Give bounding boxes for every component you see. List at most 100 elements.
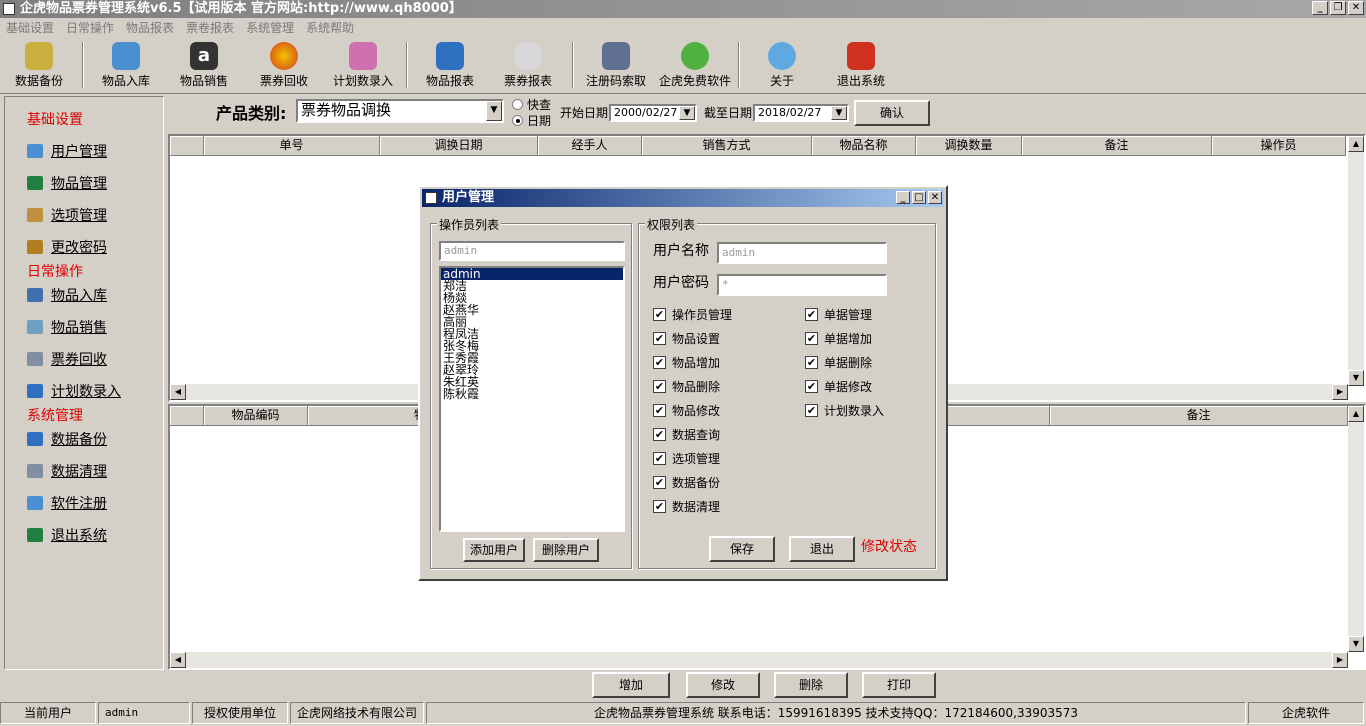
perm-data-cleanup[interactable]: ✔ 数据清理 bbox=[653, 498, 720, 515]
save-button[interactable]: 保存 bbox=[709, 536, 775, 562]
sidebar-item-user-management[interactable]: 用户管理 bbox=[27, 141, 107, 161]
magnifier-icon bbox=[514, 42, 542, 70]
sidebar-item-ticket-return[interactable]: 票券回收 bbox=[27, 349, 107, 369]
sidebar-item-change-password[interactable]: 更改密码 bbox=[27, 237, 107, 257]
perm-voucher-management[interactable]: ✔ 单据管理 bbox=[805, 306, 872, 323]
perm-voucher-edit[interactable]: ✔ 单据修改 bbox=[805, 378, 872, 395]
perm-item-delete[interactable]: ✔ 物品删除 bbox=[653, 378, 720, 395]
detail-vertical-scrollbar[interactable]: ▲ ▼ bbox=[1348, 406, 1364, 652]
scroll-up-icon[interactable]: ▲ bbox=[1348, 406, 1364, 422]
toolbar-sales-button[interactable]: a 物品销售 bbox=[174, 42, 234, 92]
dialog-titlebar[interactable]: 用户管理 _ □ ✕ bbox=[422, 189, 944, 207]
close-button[interactable]: ✕ bbox=[1348, 1, 1364, 15]
toolbar-about-button[interactable]: 关于 bbox=[752, 42, 812, 92]
radio-date[interactable]: 日期 bbox=[512, 112, 551, 129]
start-date-picker[interactable]: 2000/02/27 ▼ bbox=[609, 104, 697, 122]
perm-data-query[interactable]: ✔ 数据查询 bbox=[653, 426, 720, 443]
menu-basic-settings[interactable]: 基础设置 bbox=[6, 18, 54, 38]
grid-col-item-code[interactable]: 物品编码 bbox=[204, 406, 308, 426]
sidebar-item-stock-in[interactable]: 物品入库 bbox=[27, 285, 107, 305]
toolbar-exit-button[interactable]: 退出系统 bbox=[830, 42, 892, 92]
dialog-minimize-button[interactable]: _ bbox=[896, 191, 910, 204]
edit-button[interactable]: 修改 bbox=[686, 672, 760, 698]
dialog-close-button[interactable]: ✕ bbox=[928, 191, 942, 204]
toolbar-plan-entry-button[interactable]: 计划数录入 bbox=[330, 42, 396, 92]
sidebar-item-option-management[interactable]: 选项管理 bbox=[27, 205, 107, 225]
scroll-left-icon[interactable]: ◀ bbox=[170, 384, 186, 400]
menu-ticket-reports[interactable]: 票卷报表 bbox=[186, 18, 234, 38]
delete-button[interactable]: 删除 bbox=[774, 672, 848, 698]
toolbar-backup-button[interactable]: 数据备份 bbox=[8, 42, 70, 92]
confirm-button[interactable]: 确认 bbox=[854, 100, 930, 126]
add-user-button[interactable]: 添加用户 bbox=[463, 538, 525, 562]
perm-plan-entry[interactable]: ✔ 计划数录入 bbox=[805, 402, 884, 419]
grid-col-order-no[interactable]: 单号 bbox=[204, 136, 380, 156]
toolbar-ticket-report-button[interactable]: 票券报表 bbox=[498, 42, 558, 92]
grid-col-sale-method[interactable]: 销售方式 bbox=[642, 136, 812, 156]
perm-data-backup[interactable]: ✔ 数据备份 bbox=[653, 474, 720, 491]
operator-search-input[interactable]: admin bbox=[439, 241, 625, 261]
grid-vertical-scrollbar[interactable]: ▲ ▼ bbox=[1348, 136, 1364, 386]
toolbar-ticket-return-button[interactable]: 票券回收 bbox=[254, 42, 314, 92]
restore-button[interactable]: ❐ bbox=[1330, 1, 1346, 15]
perm-option-management[interactable]: ✔ 选项管理 bbox=[653, 450, 720, 467]
password-field[interactable]: * bbox=[717, 274, 887, 296]
detail-horizontal-scrollbar[interactable]: ◀ ▶ bbox=[170, 652, 1348, 668]
scroll-up-icon[interactable]: ▲ bbox=[1348, 136, 1364, 152]
scroll-down-icon[interactable]: ▼ bbox=[1348, 370, 1364, 386]
sidebar-item-register[interactable]: 软件注册 bbox=[27, 493, 107, 513]
sidebar-item-plan-entry[interactable]: 计划数录入 bbox=[27, 381, 121, 401]
list-item[interactable]: 陈秋霞 bbox=[441, 388, 623, 400]
sidebar-item-data-cleanup[interactable]: 数据清理 bbox=[27, 461, 107, 481]
menu-item-reports[interactable]: 物品报表 bbox=[126, 18, 174, 38]
scroll-right-icon[interactable]: ▶ bbox=[1332, 384, 1348, 400]
checkbox-checked-icon: ✔ bbox=[653, 500, 666, 513]
grid-col-item-name[interactable]: 物品名称 bbox=[812, 136, 916, 156]
scroll-down-icon[interactable]: ▼ bbox=[1348, 636, 1364, 652]
toolbar-item-report-button[interactable]: 物品报表 bbox=[420, 42, 480, 92]
list-item[interactable]: 赵燕华 bbox=[441, 304, 623, 316]
grid-col-exchange-date[interactable]: 调换日期 bbox=[380, 136, 538, 156]
add-button[interactable]: 增加 bbox=[592, 672, 670, 698]
chevron-down-icon[interactable]: ▼ bbox=[486, 101, 502, 121]
print-button[interactable]: 打印 bbox=[862, 672, 936, 698]
perm-item-edit[interactable]: ✔ 物品修改 bbox=[653, 402, 720, 419]
scroll-right-icon[interactable]: ▶ bbox=[1332, 652, 1348, 668]
perm-voucher-delete[interactable]: ✔ 单据删除 bbox=[805, 354, 872, 371]
menu-daily-ops[interactable]: 日常操作 bbox=[66, 18, 114, 38]
grid-col-operator[interactable]: 操作员 bbox=[1212, 136, 1346, 156]
chevron-down-icon[interactable]: ▼ bbox=[831, 106, 847, 120]
perm-operator-management[interactable]: ✔ 操作员管理 bbox=[653, 306, 732, 323]
radio-quick[interactable]: 快查 bbox=[512, 96, 551, 113]
toolbar-separator bbox=[406, 42, 408, 88]
exit-button[interactable]: 退出 bbox=[789, 536, 855, 562]
dialog-maximize-button[interactable]: □ bbox=[912, 191, 926, 204]
category-select[interactable]: 票券物品调换 ▼ bbox=[296, 99, 504, 123]
grid-col-handler[interactable]: 经手人 bbox=[538, 136, 642, 156]
grid-col-remark[interactable]: 备注 bbox=[1022, 136, 1212, 156]
operator-listbox[interactable]: admin 郑洁 杨燚 赵燕华 高丽 程凤洁 张冬梅 王秀霞 赵翠玲 朱红英 陈… bbox=[439, 266, 625, 532]
perm-item-add[interactable]: ✔ 物品增加 bbox=[653, 354, 720, 371]
username-label: 用户名称 bbox=[653, 243, 709, 259]
perm-item-settings[interactable]: ✔ 物品设置 bbox=[653, 330, 720, 347]
toolbar-register-code-button[interactable]: 注册码索取 bbox=[580, 42, 652, 92]
sidebar-item-exit[interactable]: 退出系统 bbox=[27, 525, 107, 545]
toolbar-stock-in-button[interactable]: 物品入库 bbox=[96, 42, 156, 92]
grid-col-remark[interactable]: 备注 bbox=[1050, 406, 1348, 426]
username-field[interactable]: admin bbox=[717, 242, 887, 264]
sidebar-item-item-management[interactable]: 物品管理 bbox=[27, 173, 107, 193]
menu-help[interactable]: 系统帮助 bbox=[306, 18, 354, 38]
end-date-picker[interactable]: 2018/02/27 ▼ bbox=[753, 104, 849, 122]
sidebar-item-sales[interactable]: 物品销售 bbox=[27, 317, 107, 337]
grid-col-exchange-qty[interactable]: 调换数量 bbox=[916, 136, 1022, 156]
chevron-down-icon[interactable]: ▼ bbox=[679, 106, 695, 120]
delete-user-button[interactable]: 删除用户 bbox=[533, 538, 599, 562]
menu-system-admin[interactable]: 系统管理 bbox=[246, 18, 294, 38]
minimize-button[interactable]: _ bbox=[1312, 1, 1328, 15]
perm-voucher-add[interactable]: ✔ 单据增加 bbox=[805, 330, 872, 347]
list-item[interactable]: admin bbox=[441, 268, 623, 280]
sidebar-item-backup[interactable]: 数据备份 bbox=[27, 429, 107, 449]
scroll-left-icon[interactable]: ◀ bbox=[170, 652, 186, 668]
list-item[interactable]: 郑洁 bbox=[441, 280, 623, 292]
toolbar-free-software-button[interactable]: 企虎免费软件 bbox=[656, 42, 734, 92]
